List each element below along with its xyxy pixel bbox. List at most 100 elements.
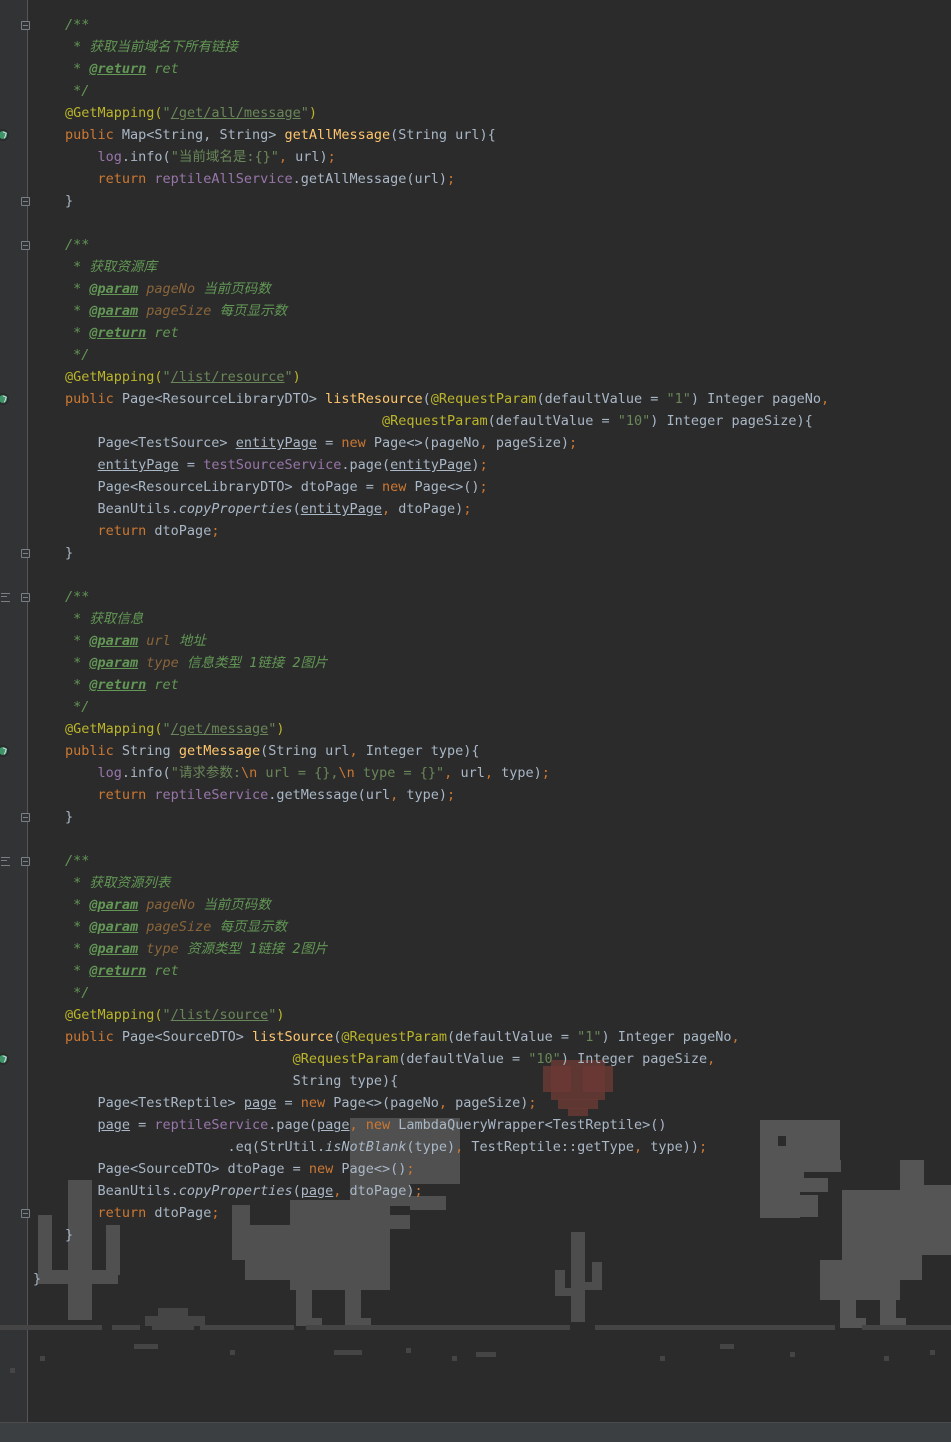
code-line[interactable]: * @param url 地址 [65,630,206,652]
code-line[interactable]: */ [65,696,89,718]
code-line[interactable]: .eq(StrUtil.isNotBlank(type), TestReptil… [65,1136,708,1158]
code-line[interactable]: entityPage = testSourceService.page(enti… [65,454,488,476]
code-token: log [97,149,122,165]
code-line[interactable]: /** [65,850,89,872]
code-line[interactable]: * @param type 资源类型 1链接 2图片 [65,938,327,960]
code-token: (type) [406,1139,456,1155]
code-token: , [278,149,296,165]
code-token: ) [276,1007,285,1023]
code-line[interactable]: * @return ret [65,58,179,80]
code-token: public [65,743,122,759]
code-line[interactable]: } [65,542,73,564]
code-token: 当前页码数 [195,281,271,297]
code-line[interactable]: * 获取当前域名下所有链接 [65,36,238,58]
code-line[interactable]: String type){ [65,1070,399,1092]
code-token: (defaultValue = [398,1051,529,1067]
fold-toggle-icon[interactable] [21,593,30,602]
code-line[interactable]: */ [65,982,89,1004]
code-line[interactable]: @RequestParam(defaultValue = "10") Integ… [65,1048,716,1070]
code-token: String [121,743,179,759]
code-token: type = {}" [354,765,445,781]
code-line[interactable]: BeanUtils.copyProperties(entityPage, dto… [65,498,472,520]
code-line[interactable]: } [65,806,73,828]
code-line[interactable]: } [65,190,73,212]
code-line[interactable]: * @param pageSize 每页显示数 [65,916,287,938]
fold-toggle-icon[interactable] [21,21,30,30]
code-line[interactable]: @GetMapping("/list/source") [65,1004,285,1026]
code-line[interactable]: */ [65,344,89,366]
code-line[interactable]: Page<SourceDTO> dtoPage = new Page<>(); [65,1158,415,1180]
code-token: @param [89,897,139,913]
code-line[interactable]: BeanUtils.copyProperties(page, dtoPage); [65,1180,423,1202]
code-token: Page<SourceDTO> [121,1029,252,1045]
code-editor[interactable]: /** * 获取当前域名下所有链接 * @return ret */ @GetMa… [0,0,951,1422]
code-line[interactable]: * @param pageNo 当前页码数 [65,278,271,300]
code-token: @GetMapping( [65,105,163,121]
fold-toggle-icon[interactable] [21,241,30,250]
code-line[interactable]: return dtoPage; [65,520,220,542]
code-token: public [65,1029,122,1045]
code-token: ( [292,1183,301,1199]
code-token: ; [568,435,578,451]
fold-toggle-icon[interactable] [21,857,30,866]
code-token: getAllMessage [284,127,391,143]
code-line[interactable]: @GetMapping("/list/resource") [65,366,301,388]
code-line[interactable]: * @param type 信息类型 1链接 2图片 [65,652,327,674]
code-line[interactable]: return reptileService.getMessage(url, ty… [65,784,456,806]
code-token: * 获取资源库 [65,259,157,275]
code-line[interactable]: log.info("当前域名是:{}", url); [65,146,336,168]
code-line[interactable]: return dtoPage; [65,1202,220,1224]
code-token: @RequestParam [430,391,537,407]
doc-comment-icon[interactable] [1,593,10,602]
code-line[interactable]: * @param pageNo 当前页码数 [65,894,271,916]
code-line[interactable]: return reptileAllService.getAllMessage(u… [65,168,456,190]
code-line[interactable]: public Page<ResourceLibraryDTO> listReso… [65,388,829,410]
fold-toggle-icon[interactable] [21,1209,30,1218]
code-token: } [65,193,74,209]
fold-toggle-icon[interactable] [21,197,30,206]
code-token: ) Integer pageSize [560,1051,708,1067]
doc-comment-icon[interactable] [1,857,10,866]
code-line[interactable]: * 获取资源库 [65,256,157,278]
code-line[interactable]: * @return ret [65,674,179,696]
code-line[interactable]: } [33,1268,41,1290]
code-line[interactable]: * 获取信息 [65,608,143,630]
code-line[interactable]: @GetMapping("/get/all/message") [65,102,317,124]
code-token: , [438,1095,456,1111]
code-line[interactable]: * 获取资源列表 [65,872,170,894]
code-line[interactable]: public Page<SourceDTO> listSource(@Reque… [65,1026,740,1048]
code-line[interactable]: * @return ret [65,322,179,344]
code-line[interactable]: /** [65,234,89,256]
code-line[interactable]: /** [65,586,89,608]
code-token: " [162,721,171,737]
code-token: BeanUtils. [65,1183,179,1199]
code-token: return [97,787,155,803]
code-line[interactable]: public Map<String, String> getAllMessage… [65,124,496,146]
code-token: TestReptile::getType [471,1139,634,1155]
code-token: * [65,281,90,297]
code-token: (defaultValue = [447,1029,578,1045]
code-line[interactable]: Page<TestSource> entityPage = new Page<>… [65,432,578,454]
code-line[interactable]: Page<TestReptile> page = new Page<>(page… [65,1092,537,1114]
code-line[interactable]: } [65,1224,73,1246]
code-token: entityPage [300,501,383,517]
fold-toggle-icon[interactable] [21,549,30,558]
code-token: .page( [268,1117,317,1133]
code-token: @GetMapping( [65,721,163,737]
code-line[interactable]: log.info("请求参数:\n url = {},\n type = {}"… [65,762,550,784]
code-token: reptileAllService [154,171,293,187]
code-line[interactable]: @GetMapping("/get/message") [65,718,285,740]
code-line[interactable]: Page<ResourceLibraryDTO> dtoPage = new P… [65,476,488,498]
code-line[interactable]: public String getMessage(String url, Int… [65,740,480,762]
code-line[interactable]: page = reptileService.page(page, new Lam… [65,1114,667,1136]
fold-toggle-icon[interactable] [21,813,30,822]
code-line[interactable]: @RequestParam(defaultValue = "10") Integ… [65,410,813,432]
code-token: page [97,1117,131,1133]
code-line[interactable]: */ [65,80,89,102]
code-token: = [276,1095,301,1111]
code-line[interactable]: /** [65,14,89,36]
code-line[interactable]: * @param pageSize 每页显示数 [65,300,287,322]
code-line[interactable]: * @return ret [65,960,179,982]
